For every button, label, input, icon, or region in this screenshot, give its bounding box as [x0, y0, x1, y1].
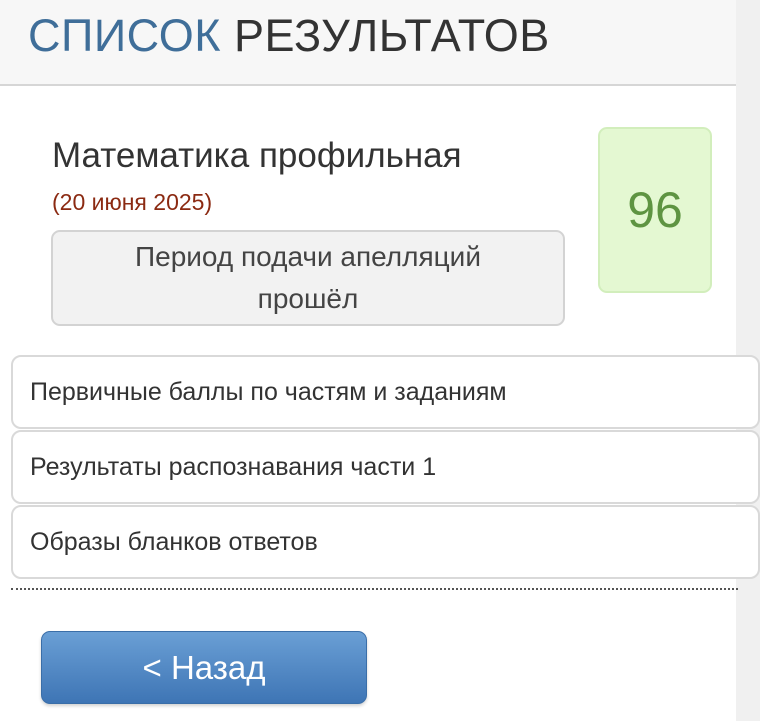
dotted-divider: [11, 588, 738, 590]
exam-date: (20 июня 2025): [52, 189, 213, 215]
page-header: СПИСОК РЕЗУЛЬТАТОВ: [0, 0, 736, 86]
score-badge: 96: [598, 127, 712, 293]
link-answer-sheets[interactable]: Образы бланков ответов: [11, 505, 760, 579]
link-part1-recognition[interactable]: Результаты распознавания части 1: [11, 430, 760, 504]
page-title-rest: РЕЗУЛЬТАТОВ: [233, 10, 550, 61]
result-links-list: Первичные баллы по частям и заданиям Рез…: [11, 355, 760, 580]
subject-name: Математика профильная: [52, 136, 462, 175]
page-title: СПИСОК РЕЗУЛЬТАТОВ: [28, 8, 550, 64]
back-button[interactable]: < Назад: [41, 631, 367, 704]
page-title-accent: СПИСОК: [28, 10, 221, 61]
appeal-status-notice: Период подачи апелляций прошёл: [51, 230, 565, 326]
link-primary-scores[interactable]: Первичные баллы по частям и заданиям: [11, 355, 760, 429]
